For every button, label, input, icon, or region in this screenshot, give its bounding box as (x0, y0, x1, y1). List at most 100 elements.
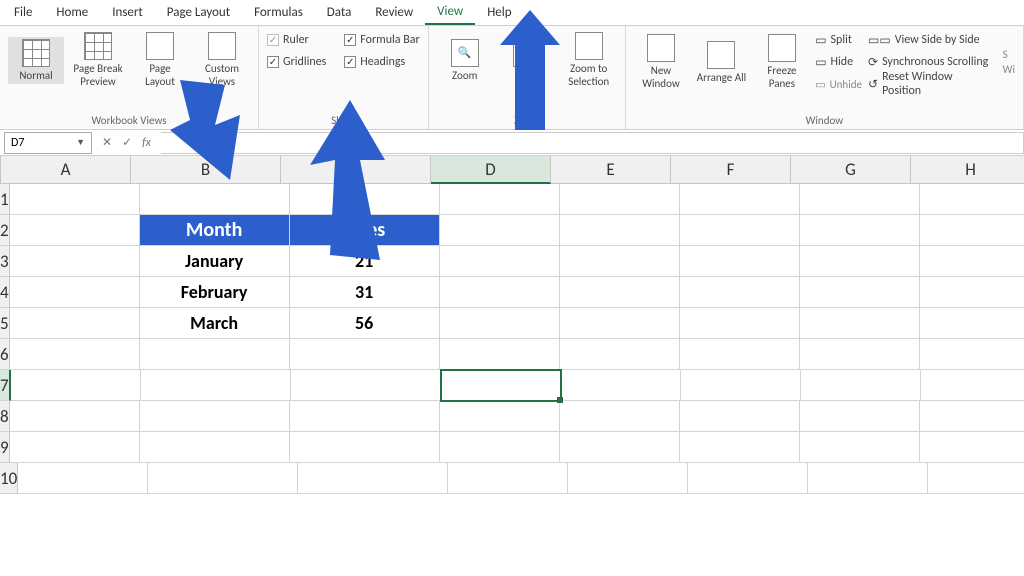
cell[interactable] (298, 463, 448, 494)
cell[interactable] (440, 277, 560, 308)
cell[interactable] (140, 401, 290, 432)
col-header-d[interactable]: D (431, 156, 551, 184)
cell[interactable] (560, 401, 680, 432)
normal-view-button[interactable]: Normal (8, 37, 64, 84)
cell[interactable] (801, 370, 921, 401)
cell[interactable] (291, 370, 441, 401)
menu-home[interactable]: Home (44, 1, 100, 24)
row-header[interactable]: 1 (0, 184, 10, 215)
cell[interactable] (560, 184, 680, 215)
cell[interactable] (11, 370, 141, 401)
cell[interactable] (560, 432, 680, 463)
row-header[interactable]: 9 (0, 432, 10, 463)
cell[interactable] (680, 432, 800, 463)
menu-review[interactable]: Review (363, 1, 425, 24)
col-header-a[interactable]: A (1, 156, 131, 184)
cell[interactable] (808, 463, 928, 494)
cell[interactable]: March (140, 308, 290, 339)
cell[interactable] (800, 246, 920, 277)
cell[interactable] (141, 370, 291, 401)
cell[interactable] (680, 277, 800, 308)
cell[interactable] (920, 308, 1024, 339)
gridlines-checkbox[interactable]: ✓Gridlines (267, 52, 326, 72)
cell[interactable] (680, 401, 800, 432)
cell[interactable] (800, 184, 920, 215)
cell[interactable] (800, 215, 920, 246)
cell[interactable] (140, 339, 290, 370)
col-header-g[interactable]: G (791, 156, 911, 184)
cell[interactable] (800, 401, 920, 432)
cell[interactable] (560, 339, 680, 370)
cell[interactable] (440, 308, 560, 339)
col-header-f[interactable]: F (671, 156, 791, 184)
cell[interactable] (148, 463, 298, 494)
zoom-selection-button[interactable]: Zoom to Selection (561, 30, 617, 90)
cell[interactable] (680, 246, 800, 277)
row-header[interactable]: 4 (0, 277, 10, 308)
row-header[interactable]: 2 (0, 215, 10, 246)
cell[interactable] (10, 184, 140, 215)
cell[interactable] (290, 339, 440, 370)
cell[interactable] (920, 277, 1024, 308)
cell[interactable] (560, 277, 680, 308)
menu-formulas[interactable]: Formulas (242, 1, 315, 24)
cell[interactable] (10, 339, 140, 370)
split-button[interactable]: ▭Split (815, 30, 862, 50)
cell[interactable] (920, 184, 1024, 215)
cell[interactable] (440, 246, 560, 277)
menu-data[interactable]: Data (315, 1, 364, 24)
menu-insert[interactable]: Insert (100, 1, 155, 24)
cell[interactable]: Month (140, 215, 290, 246)
freeze-panes-button[interactable]: Freeze Panes (755, 32, 809, 92)
ruler-checkbox[interactable]: ✓Ruler (267, 30, 326, 50)
row-header[interactable]: 3 (0, 246, 10, 277)
cell[interactable] (448, 463, 568, 494)
arrange-all-button[interactable]: Arrange All (694, 39, 748, 86)
cell[interactable] (290, 432, 440, 463)
cell[interactable] (920, 401, 1024, 432)
cell[interactable] (18, 463, 148, 494)
formula-input[interactable] (161, 132, 1024, 154)
cell[interactable] (688, 463, 808, 494)
cell[interactable]: January (140, 246, 290, 277)
name-box[interactable]: D7 ▼ (4, 132, 92, 154)
cell[interactable] (680, 184, 800, 215)
cell[interactable] (680, 215, 800, 246)
col-header-e[interactable]: E (551, 156, 671, 184)
row-header[interactable]: 5 (0, 308, 10, 339)
cell[interactable] (10, 308, 140, 339)
headings-checkbox[interactable]: ✓Headings (344, 52, 419, 72)
zoom-button[interactable]: 🔍 Zoom (437, 37, 493, 84)
cell[interactable] (440, 339, 560, 370)
page-break-preview-button[interactable]: Page Break Preview (70, 30, 126, 90)
cell[interactable] (680, 339, 800, 370)
col-header-h[interactable]: H (911, 156, 1024, 184)
row-header[interactable]: 6 (0, 339, 10, 370)
cell[interactable] (928, 463, 1024, 494)
cell[interactable] (800, 308, 920, 339)
menu-page-layout[interactable]: Page Layout (155, 1, 242, 24)
cell[interactable] (568, 463, 688, 494)
new-window-button[interactable]: New Window (634, 32, 688, 92)
row-header[interactable]: 7 (0, 370, 11, 401)
cell[interactable] (140, 432, 290, 463)
cell[interactable] (441, 370, 561, 401)
cell[interactable] (10, 246, 140, 277)
cell[interactable] (560, 215, 680, 246)
cell[interactable] (920, 246, 1024, 277)
cell[interactable] (920, 339, 1024, 370)
row-header[interactable]: 8 (0, 401, 10, 432)
cell[interactable] (920, 432, 1024, 463)
cell[interactable] (681, 370, 801, 401)
cell[interactable] (440, 184, 560, 215)
cell[interactable] (10, 401, 140, 432)
row-header[interactable]: 10 (0, 463, 18, 494)
cell[interactable] (680, 308, 800, 339)
menu-view[interactable]: View (425, 0, 475, 25)
formula-bar-checkbox[interactable]: ✓Formula Bar (344, 30, 419, 50)
cell[interactable] (921, 370, 1024, 401)
cell[interactable] (800, 277, 920, 308)
cell[interactable] (440, 401, 560, 432)
cell[interactable] (561, 370, 681, 401)
hide-button[interactable]: ▭Hide (815, 52, 862, 72)
